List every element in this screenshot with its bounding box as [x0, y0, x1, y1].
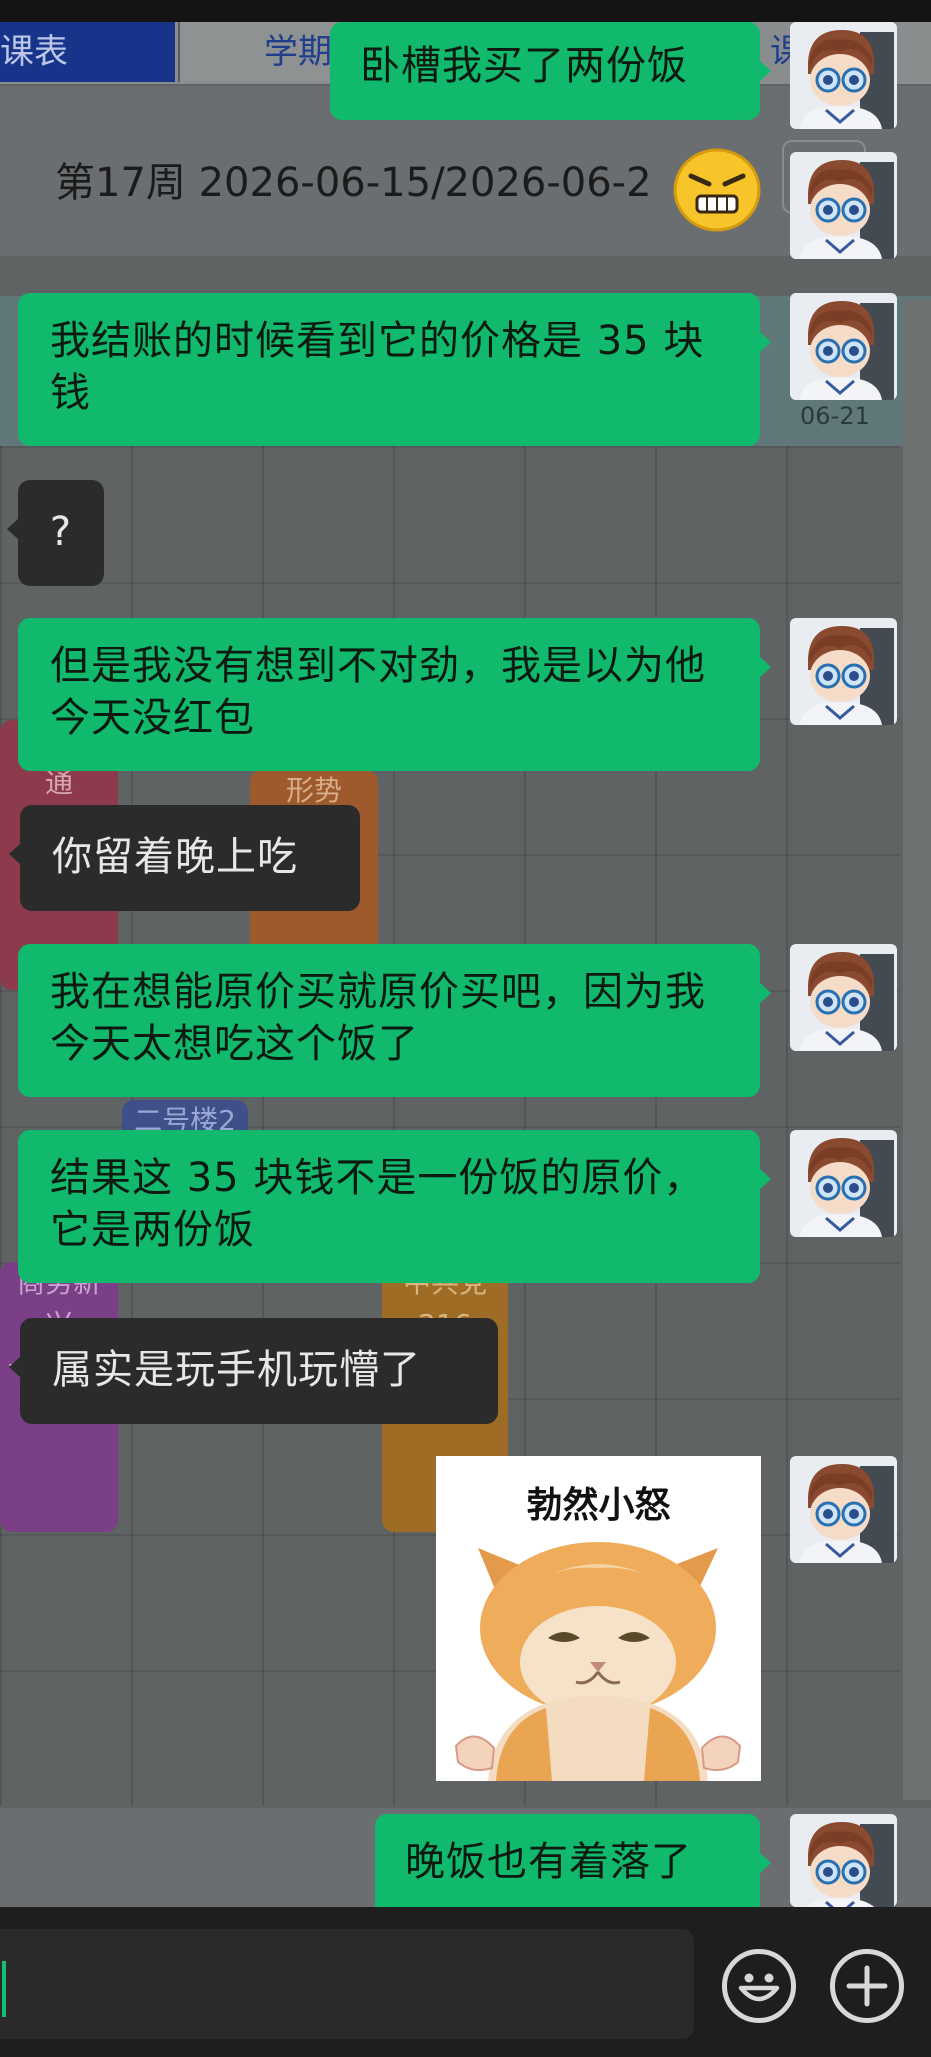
avatar-icon [800, 952, 894, 1051]
message-text: 属实是玩手机玩懵了 [52, 1347, 421, 1393]
message-text: 我在想能原价买就原价买吧，因为我今天太想吃这个饭了 [50, 969, 706, 1067]
avatar[interactable] [790, 1456, 897, 1563]
day-date: 06-21 [800, 402, 870, 430]
avatar[interactable] [790, 22, 897, 129]
avatar-icon [800, 1138, 894, 1237]
message-bubble-out[interactable]: 卧槽我买了两份饭 [330, 22, 771, 120]
message-input[interactable] [0, 1929, 694, 2039]
message-text: 卧槽我买了两份饭 [360, 43, 688, 89]
avatar-icon [800, 626, 894, 725]
message-bubble-in[interactable]: 你留着晚上吃 [9, 805, 360, 911]
avatar[interactable] [790, 152, 897, 259]
angry-emoji-icon [673, 148, 761, 232]
input-bar [0, 1907, 931, 2057]
message-bubble-out[interactable]: 但是我没有想到不对劲，我是以为他今天没红包 [18, 618, 771, 771]
schedule-scroll [903, 300, 931, 1800]
message-bubble-out[interactable]: 我结账的时候看到它的价格是 35 块钱 [18, 293, 771, 446]
sticker-caption: 勃然小怒 [526, 1485, 671, 1526]
message-text: 结果这 35 块钱不是一份饭的原价，它是两份饭 [50, 1155, 705, 1253]
text-caret [2, 1961, 6, 2017]
message-text: ? [49, 509, 73, 555]
status-bar [0, 0, 931, 22]
avatar[interactable] [790, 618, 897, 725]
message-bubble-out[interactable]: 结果这 35 块钱不是一份饭的原价，它是两份饭 [18, 1130, 771, 1283]
message-bubble-out[interactable]: 我在想能原价买就原价买吧，因为我今天太想吃这个饭了 [18, 944, 771, 1097]
message-bubble-in[interactable]: 属实是玩手机玩懵了 [9, 1318, 498, 1424]
message-bubble-out[interactable]: 晚饭也有着落了 [375, 1814, 771, 1914]
message-text: 晚饭也有着落了 [405, 1839, 692, 1885]
avatar[interactable] [790, 293, 897, 400]
avatar-icon [800, 160, 894, 259]
message-text: 我结账的时候看到它的价格是 35 块钱 [50, 318, 705, 416]
avatar[interactable] [790, 944, 897, 1051]
avatar-icon [800, 301, 894, 400]
tab-semester-label: 学期 [264, 32, 332, 72]
avatar[interactable] [790, 1130, 897, 1237]
message-text: 但是我没有想到不对劲，我是以为他今天没红包 [50, 643, 706, 741]
avatar[interactable] [790, 1814, 897, 1907]
message-bubble-in[interactable]: ? [7, 480, 104, 586]
message-text: 你留着晚上吃 [52, 834, 298, 880]
sticker-message[interactable]: 勃然小怒 [436, 1456, 761, 1781]
week-label: 第17周 2026-06-15/2026-06-2 [55, 160, 652, 206]
avatar-icon [800, 30, 894, 129]
tab-schedule-label: 课表 [0, 32, 68, 72]
avatar-icon [806, 1822, 894, 1907]
smiley-icon[interactable] [722, 1949, 796, 2023]
avatar-icon [800, 1464, 894, 1563]
plus-icon[interactable] [830, 1949, 904, 2023]
tab-schedule: 课表 [0, 22, 175, 82]
